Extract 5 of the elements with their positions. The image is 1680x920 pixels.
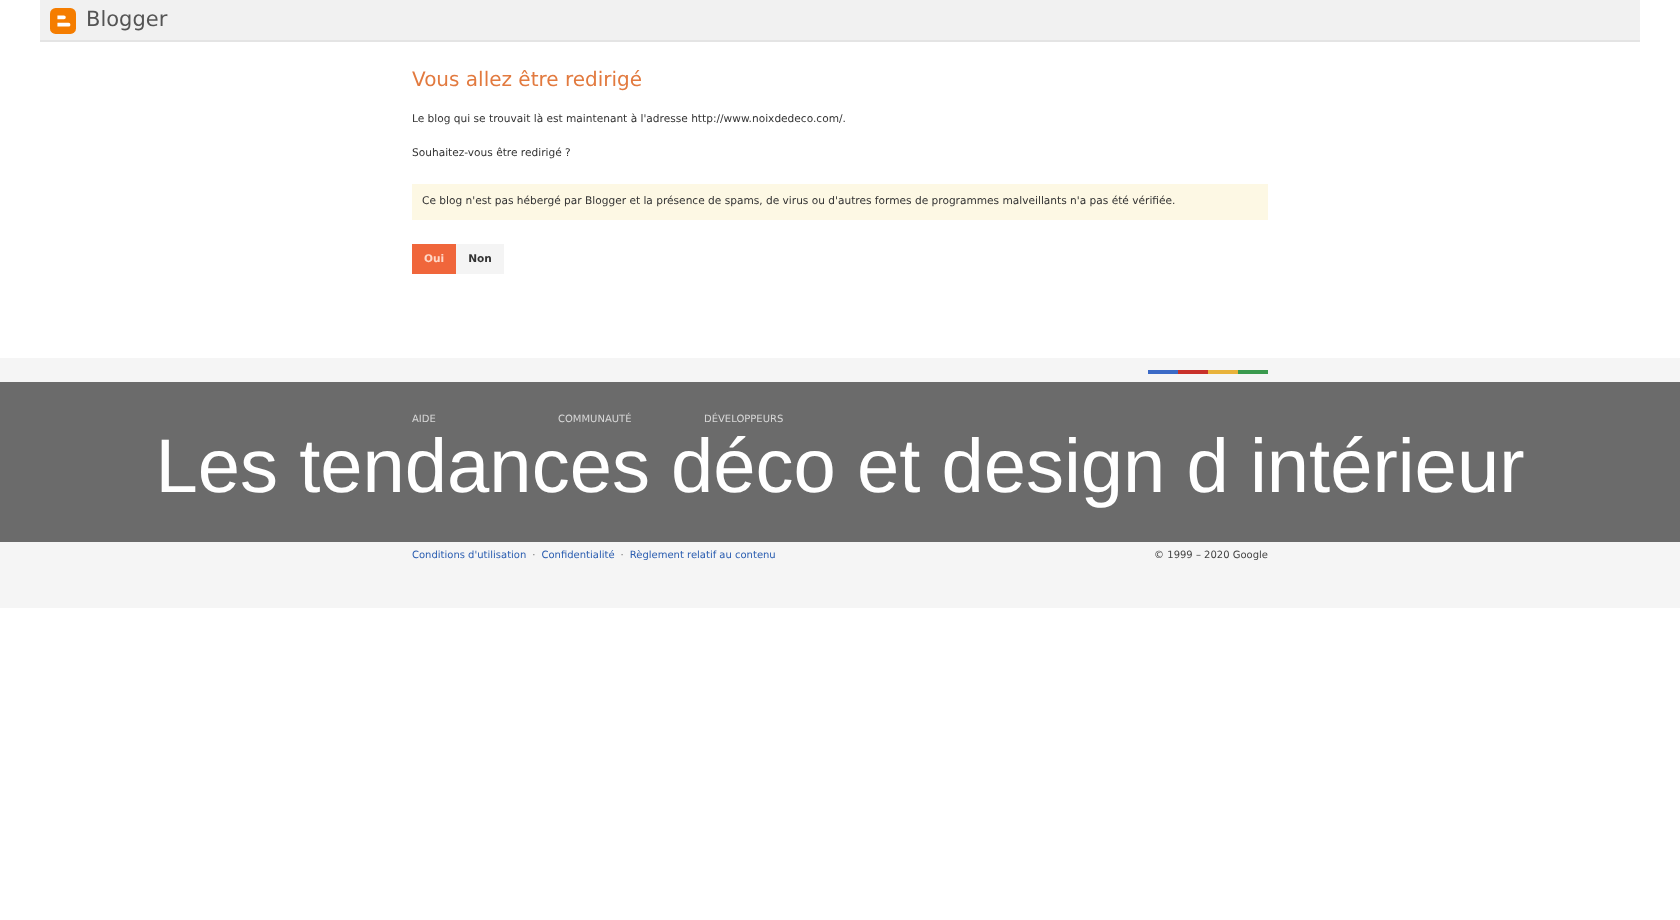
caption-text: Les tendances déco et design d intérieur [155,426,1525,510]
page-title: Vous allez être redirigé [412,70,645,92]
blogger-logo-icon [50,7,76,33]
color-stripe-icon [1148,370,1268,374]
brand-name: Blogger [86,8,168,32]
